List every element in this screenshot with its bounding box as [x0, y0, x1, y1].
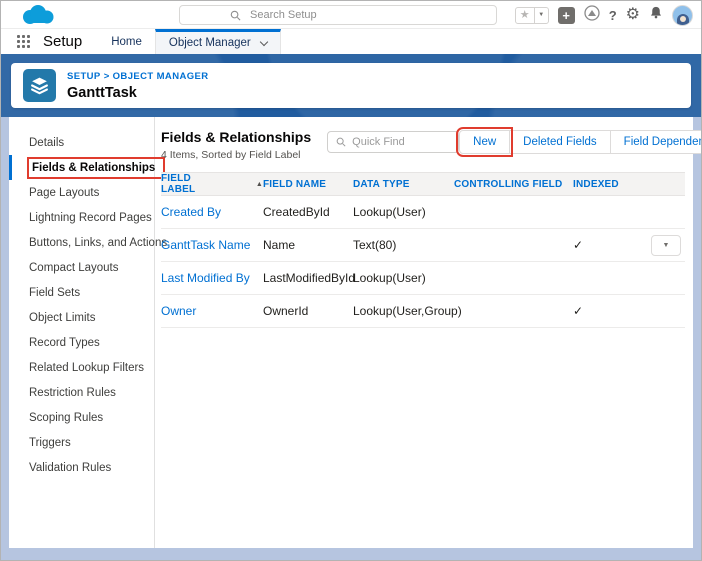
field-name-cell: OwnerId — [263, 295, 353, 328]
object-manager-sidebar: Details Fields & Relationships Page Layo… — [9, 117, 155, 548]
sidebar-item-related-lookup-filters[interactable]: Related Lookup Filters — [9, 355, 154, 380]
data-type-cell: Lookup(User) — [353, 262, 454, 295]
notifications-bell-icon[interactable] — [649, 5, 663, 25]
setup-app-label: Setup — [43, 33, 82, 50]
table-row: GanttTask Name Name Text(80) ✓ ▼ — [161, 229, 685, 262]
sidebar-item-lightning-record-pages[interactable]: Lightning Record Pages — [9, 205, 154, 230]
content-background: Details Fields & Relationships Page Layo… — [1, 117, 701, 560]
controlling-field-cell — [454, 196, 573, 229]
app-window: ★ ▼ + ? ⚙ — [0, 0, 702, 561]
favorites-star-icon[interactable]: ★ — [516, 8, 534, 23]
table-row: Owner OwnerId Lookup(User,Group) ✓ — [161, 295, 685, 328]
column-header-field-name[interactable]: FIELD NAME — [263, 173, 353, 196]
table-header-row: FIELD LABEL ▲ FIELD NAME DATA TYPE CONTR… — [161, 173, 685, 196]
sort-ascending-icon: ▲ — [256, 181, 263, 188]
indexed-check-icon: ✓ — [573, 229, 651, 262]
search-setup-input[interactable] — [250, 9, 496, 21]
quick-find-box — [327, 131, 459, 153]
search-icon — [336, 137, 346, 147]
sidebar-item-record-types[interactable]: Record Types — [9, 330, 154, 355]
column-header-field-label[interactable]: FIELD LABEL ▲ — [161, 173, 263, 196]
global-search — [179, 5, 497, 25]
field-label-link[interactable]: GanttTask Name — [161, 229, 263, 262]
data-type-cell: Text(80) — [353, 229, 454, 262]
favorites-control: ★ ▼ — [515, 7, 549, 24]
indexed-check-icon — [573, 196, 651, 229]
section-title: Fields & Relationships — [161, 129, 311, 145]
sidebar-item-fields-relationships[interactable]: Fields & Relationships — [9, 155, 154, 180]
controlling-field-cell — [454, 295, 573, 328]
column-header-data-type[interactable]: DATA TYPE — [353, 173, 454, 196]
field-label-link[interactable]: Owner — [161, 295, 263, 328]
breadcrumb-separator: > — [104, 71, 110, 82]
indexed-check-icon: ✓ — [573, 295, 651, 328]
field-label-link[interactable]: Last Modified By — [161, 262, 263, 295]
actions-button-group: New Deleted Fields Field Dependencies Se… — [459, 130, 702, 154]
global-header: ★ ▼ + ? ⚙ — [1, 1, 701, 29]
avatar-face — [680, 16, 686, 22]
field-name-cell: CreatedById — [263, 196, 353, 229]
deleted-fields-button[interactable]: Deleted Fields — [509, 130, 611, 154]
indexed-check-icon — [573, 262, 651, 295]
field-name-cell: LastModifiedById — [263, 262, 353, 295]
user-avatar[interactable] — [672, 5, 693, 26]
setup-gear-icon[interactable]: ⚙ — [626, 7, 640, 23]
page-title: GanttTask — [67, 85, 209, 101]
chevron-down-icon — [259, 37, 267, 45]
sidebar-item-page-layouts[interactable]: Page Layouts — [9, 180, 154, 205]
table-row: Created By CreatedById Lookup(User) — [161, 196, 685, 229]
sidebar-item-triggers[interactable]: Triggers — [9, 430, 154, 455]
table-row: Last Modified By LastModifiedById Lookup… — [161, 262, 685, 295]
sidebar-item-validation-rules[interactable]: Validation Rules — [9, 455, 154, 480]
column-header-controlling-field[interactable]: CONTROLLING FIELD — [454, 173, 573, 196]
column-header-indexed[interactable]: INDEXED — [573, 173, 651, 196]
tab-home-label: Home — [111, 36, 142, 48]
tab-home[interactable]: Home — [98, 29, 155, 54]
data-type-cell: Lookup(User,Group) — [353, 295, 454, 328]
sidebar-item-restriction-rules[interactable]: Restriction Rules — [9, 380, 154, 405]
quick-find-input[interactable] — [352, 136, 442, 148]
column-header-actions — [651, 173, 685, 196]
fields-relationships-panel: Fields & Relationships 4 Items, Sorted b… — [155, 117, 693, 548]
app-launcher-icon[interactable] — [17, 35, 30, 48]
controlling-field-cell — [454, 262, 573, 295]
sidebar-item-buttons-links-actions[interactable]: Buttons, Links, and Actions — [9, 230, 154, 255]
favorites-caret-button[interactable]: ▼ — [534, 8, 548, 23]
item-count-label: 4 Items, Sorted by Field Label — [161, 149, 311, 161]
trailhead-icon[interactable] — [584, 5, 600, 26]
breadcrumb-setup-link[interactable]: SETUP — [67, 71, 101, 82]
breadcrumb-object-manager-link[interactable]: OBJECT MANAGER — [113, 71, 209, 82]
breadcrumb-card: SETUP>OBJECT MANAGER GanttTask — [11, 63, 691, 108]
sidebar-item-object-limits[interactable]: Object Limits — [9, 305, 154, 330]
field-dependencies-button[interactable]: Field Dependencies — [610, 130, 702, 154]
sidebar-item-compact-layouts[interactable]: Compact Layouts — [9, 255, 154, 280]
row-actions-menu-button[interactable]: ▼ — [651, 235, 681, 256]
breadcrumb: SETUP>OBJECT MANAGER — [67, 71, 209, 82]
sidebar-item-details[interactable]: Details — [9, 130, 154, 155]
setup-nav-bar: Setup Home Object Manager — [1, 29, 701, 54]
tab-object-manager-label: Object Manager — [169, 37, 251, 49]
salesforce-logo-icon[interactable] — [17, 2, 57, 34]
data-type-cell: Lookup(User) — [353, 196, 454, 229]
object-layers-icon — [23, 69, 56, 102]
field-label-link[interactable]: Created By — [161, 196, 263, 229]
global-actions-plus-icon[interactable]: + — [558, 7, 575, 24]
fields-table: FIELD LABEL ▲ FIELD NAME DATA TYPE CONTR… — [161, 172, 685, 328]
brand-band: SETUP>OBJECT MANAGER GanttTask — [1, 54, 701, 117]
sidebar-item-scoping-rules[interactable]: Scoping Rules — [9, 405, 154, 430]
new-button[interactable]: New — [459, 130, 510, 154]
field-name-cell: Name — [263, 229, 353, 262]
tab-object-manager[interactable]: Object Manager — [155, 29, 281, 54]
sidebar-item-field-sets[interactable]: Field Sets — [9, 280, 154, 305]
controlling-field-cell — [454, 229, 573, 262]
search-icon — [230, 10, 241, 21]
help-icon[interactable]: ? — [609, 9, 617, 22]
